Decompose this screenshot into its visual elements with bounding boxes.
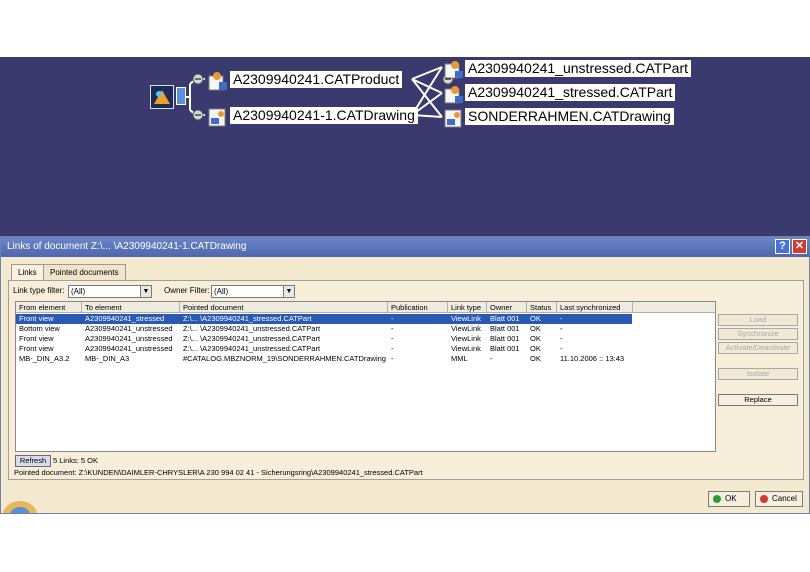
product-icon[interactable]: [207, 70, 229, 92]
catia-root-icon[interactable]: [150, 85, 174, 109]
cell-status: OK: [530, 324, 541, 333]
cell-last-sync: -: [560, 314, 563, 323]
cell-to: A2309940241_unstressed: [85, 344, 173, 353]
owner-filter-label: Owner Filter:: [164, 286, 210, 295]
cell-link-type: ViewLink: [451, 344, 481, 353]
drawing-icon[interactable]: [443, 107, 465, 129]
col-owner[interactable]: Owner: [487, 302, 527, 313]
cell-owner: Blatt 001: [490, 324, 520, 333]
cell-publication: -: [391, 334, 394, 343]
cell-from: Bottom view: [19, 324, 60, 333]
cell-from: Front view: [19, 314, 54, 323]
cell-owner: Blatt 001: [490, 344, 520, 353]
cell-publication: -: [391, 344, 394, 353]
node-label-product[interactable]: A2309940241.CATProduct: [230, 71, 403, 88]
table-row[interactable]: Front view A2309940241_unstressed Z:\...…: [16, 334, 632, 344]
cancel-label: Cancel: [772, 494, 797, 503]
cell-to: A2309940241_unstressed: [85, 324, 173, 333]
owner-filter-value: (All): [214, 287, 229, 296]
node-label-sonderrahmen-drawing[interactable]: SONDERRAHMEN.CATDrawing: [465, 108, 674, 125]
cell-owner: Blatt 001: [490, 314, 520, 323]
cell-from: Front view: [19, 344, 54, 353]
cell-from: Front view: [19, 334, 54, 343]
load-button[interactable]: Load: [718, 314, 798, 326]
cancel-status-icon: [760, 495, 768, 503]
cell-status: OK: [530, 344, 541, 353]
table-header: From element To element Pointed document…: [16, 302, 715, 313]
cell-to: A2309940241_unstressed: [85, 334, 173, 343]
help-icon[interactable]: ?: [775, 239, 790, 254]
cell-from: MB-_DIN_A3.2: [19, 354, 70, 363]
cell-last-sync: -: [560, 344, 563, 353]
replace-button[interactable]: Replace: [718, 394, 798, 406]
cell-link-type: ViewLink: [451, 314, 481, 323]
cell-owner: Blatt 001: [490, 334, 520, 343]
tree-connectors: [182, 66, 454, 121]
cell-last-sync: -: [560, 324, 563, 333]
owner-filter-select[interactable]: (All) ▼: [211, 285, 295, 298]
cell-status: OK: [530, 314, 541, 323]
dialog-titlebar[interactable]: Links of document Z:\... \A2309940241-1.…: [1, 237, 809, 257]
link-type-filter-label: Link type filter:: [13, 286, 65, 295]
catia-viewport[interactable]: A2309940241.CATProduct A2309940241-1.CAT…: [0, 57, 810, 237]
links-count-text: 5 Links: 5 OK: [53, 456, 99, 465]
links-panel: Link type filter: (All) ▼ Owner Filter: …: [8, 280, 804, 480]
cell-pointed: Z:\... \A2309940241_stressed.CATPart: [183, 314, 312, 323]
cell-publication: -: [391, 354, 394, 363]
table-row[interactable]: Bottom view A2309940241_unstressed Z:\..…: [16, 324, 632, 334]
tree-connector-icon: [176, 87, 186, 105]
part-icon[interactable]: [443, 58, 465, 80]
cell-to: MB-_DIN_A3: [85, 354, 130, 363]
node-label-stressed-part[interactable]: A2309940241_stressed.CATPart: [465, 84, 676, 101]
cell-pointed: Z:\... \A2309940241_unstressed.CATPart: [183, 344, 321, 353]
cell-link-type: ViewLink: [451, 334, 481, 343]
table-row[interactable]: MB-_DIN_A3.2 MB-_DIN_A3 #CATALOG.MBZNORM…: [16, 354, 632, 364]
node-label-drawing[interactable]: A2309940241-1.CATDrawing: [230, 107, 418, 124]
isolate-button[interactable]: Isolate: [718, 368, 798, 380]
pointed-document-path: Pointed document: Z:\KUNDEN\DAIMLER-CHRY…: [14, 468, 423, 477]
cell-to: A2309940241_stressed: [85, 314, 165, 323]
col-publication[interactable]: Publication: [388, 302, 448, 313]
table-row[interactable]: Front view A2309940241_stressed Z:\... \…: [16, 314, 632, 324]
cell-status: OK: [530, 354, 541, 363]
ok-status-icon: [713, 495, 721, 503]
link-type-filter-select[interactable]: (All) ▼: [68, 285, 152, 298]
cell-publication: -: [391, 314, 394, 323]
cell-pointed: Z:\... \A2309940241_unstressed.CATPart: [183, 334, 321, 343]
links-table[interactable]: From element To element Pointed document…: [15, 301, 716, 452]
col-to-element[interactable]: To element: [82, 302, 180, 313]
chevron-down-icon[interactable]: ▼: [140, 286, 151, 297]
dialog-title: Links of document Z:\... \A2309940241-1.…: [7, 241, 247, 252]
close-icon[interactable]: ✕: [792, 239, 807, 254]
col-status[interactable]: Status: [527, 302, 557, 313]
ok-label: OK: [725, 494, 737, 503]
cell-publication: -: [391, 324, 394, 333]
cell-link-type: ViewLink: [451, 324, 481, 333]
cell-pointed: Z:\... \A2309940241_unstressed.CATPart: [183, 324, 321, 333]
cell-link-type: MML: [451, 354, 468, 363]
cancel-button[interactable]: Cancel: [755, 491, 803, 507]
cell-pointed: #CATALOG.MBZNORM_19\SONDERRAHMEN.CATDraw…: [183, 354, 386, 363]
col-from-element[interactable]: From element: [16, 302, 82, 313]
part-icon[interactable]: [443, 83, 465, 105]
table-row[interactable]: Front view A2309940241_unstressed Z:\...…: [16, 344, 632, 354]
ok-button[interactable]: OK: [708, 491, 750, 507]
col-pointed-document[interactable]: Pointed document: [180, 302, 388, 313]
catia-logo-icon: [3, 493, 37, 529]
col-link-type[interactable]: Link type: [448, 302, 487, 313]
node-label-unstressed-part[interactable]: A2309940241_unstressed.CATPart: [465, 60, 691, 77]
chevron-down-icon[interactable]: ▼: [283, 286, 294, 297]
cell-status: OK: [530, 334, 541, 343]
cell-owner: -: [490, 354, 493, 363]
links-dialog: Links of document Z:\... \A2309940241-1.…: [0, 236, 810, 529]
drawing-icon[interactable]: [207, 106, 229, 128]
activate-deactivate-button[interactable]: Activate/Deactivate: [718, 342, 798, 354]
cell-last-sync: 11.10.2006 :: 13:43: [560, 354, 625, 363]
tab-pointed-documents[interactable]: Pointed documents: [43, 264, 126, 281]
cell-last-sync: -: [560, 334, 563, 343]
synchronize-button[interactable]: Synchronize: [718, 328, 798, 340]
refresh-button[interactable]: Refresh: [15, 455, 51, 467]
link-type-filter-value: (All): [71, 287, 86, 296]
col-last-synchronized[interactable]: Last synchronized: [557, 302, 633, 313]
